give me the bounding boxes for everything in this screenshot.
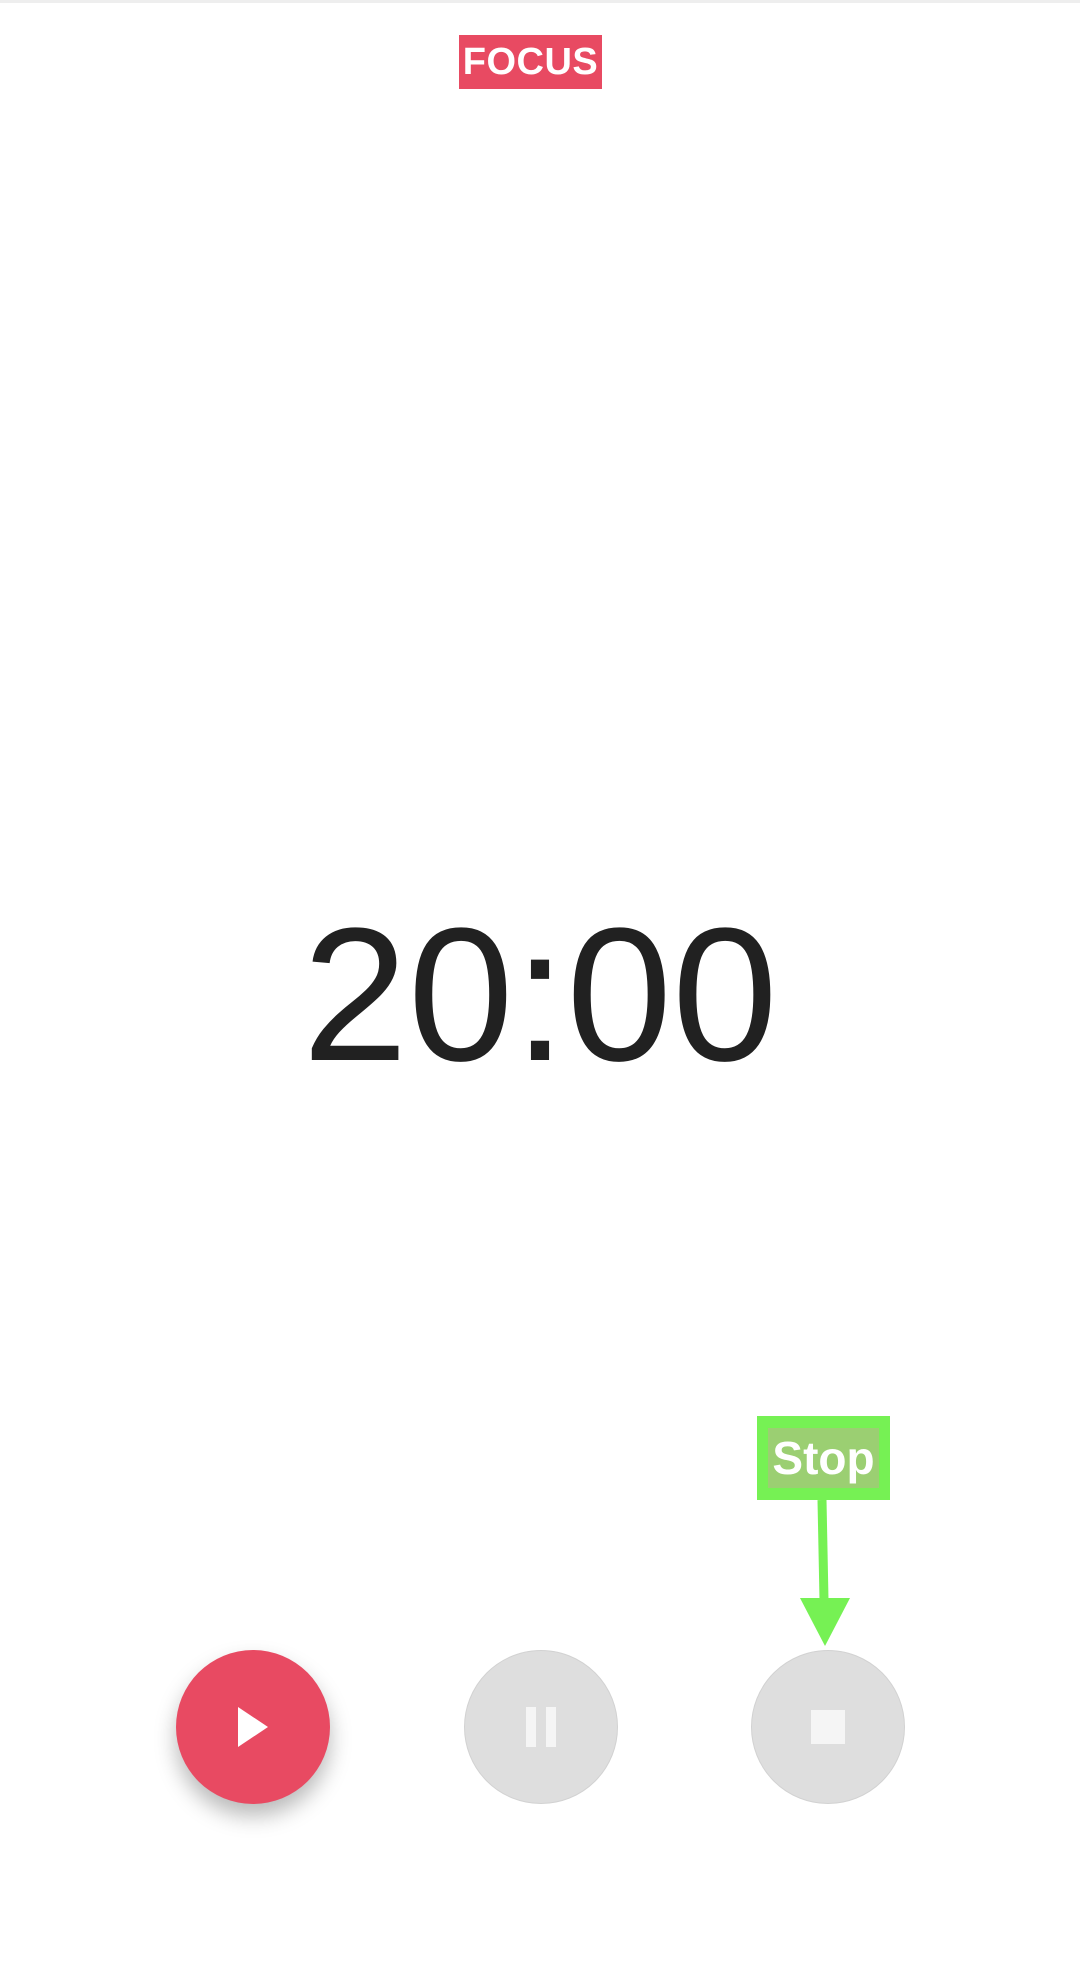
pause-icon	[526, 1707, 556, 1747]
stop-icon	[811, 1710, 845, 1744]
annotation-text: Stop	[768, 1428, 879, 1488]
top-divider	[0, 0, 1080, 3]
mode-label: FOCUS	[459, 35, 602, 89]
play-button[interactable]	[176, 1650, 330, 1804]
timer-display: 20:00	[302, 889, 778, 1101]
stop-button[interactable]	[751, 1650, 905, 1804]
stop-annotation-label: Stop	[757, 1416, 890, 1500]
pause-button[interactable]	[464, 1650, 618, 1804]
annotation-arrow-icon	[800, 1500, 850, 1646]
play-icon	[238, 1707, 268, 1747]
